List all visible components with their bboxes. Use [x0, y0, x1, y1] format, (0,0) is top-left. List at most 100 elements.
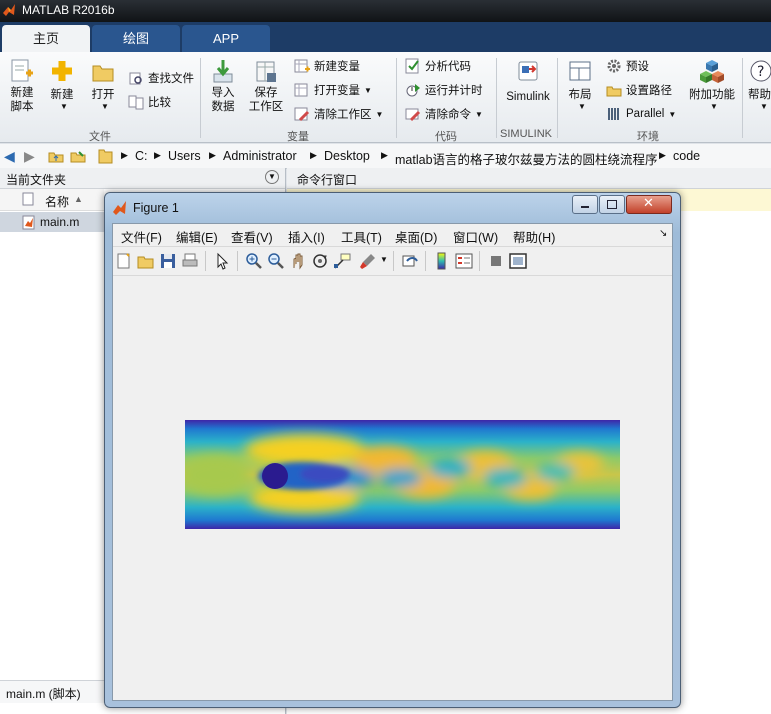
legend-icon[interactable] — [455, 252, 473, 270]
find-files-button[interactable]: 查找文件 — [128, 68, 194, 88]
zoom-in-icon[interactable] — [245, 252, 263, 270]
new-figure-icon[interactable] — [115, 252, 133, 270]
select-arrow-icon[interactable] — [213, 252, 231, 270]
list-item[interactable]: main.m — [0, 212, 104, 232]
menu-desktop[interactable]: 桌面(D) — [395, 227, 437, 246]
breadcrumb-administrator[interactable]: Administrator — [223, 149, 297, 163]
show-plot-tools-icon[interactable] — [509, 252, 527, 270]
clear-commands-button[interactable]: 清除命令 ▼ — [405, 104, 483, 124]
simulink-button[interactable]: Simulink — [500, 58, 556, 103]
open-file-icon[interactable] — [137, 252, 155, 270]
analyze-code-button[interactable]: 分析代码 — [405, 56, 471, 76]
restore-icon — [607, 200, 617, 209]
link-plot-icon[interactable] — [401, 252, 419, 270]
chevron-down-icon: ▼ — [760, 102, 768, 111]
open-label: 打开 — [91, 89, 115, 101]
panel-menu-icon[interactable]: ▼ — [265, 170, 279, 184]
data-cursor-icon[interactable] — [333, 252, 351, 270]
compare-button[interactable]: 比较 — [128, 92, 171, 112]
figure-window: Figure 1 ✕ 文件(F) 编辑(E) 查看(V) 插入(I) 工具(T)… — [104, 192, 681, 708]
browse-folder-icon[interactable] — [70, 148, 86, 164]
dock-arrow-icon[interactable]: ↘ — [659, 228, 667, 239]
save-workspace-button[interactable]: 保存 工作区 — [246, 58, 286, 114]
file-type-icon — [22, 192, 34, 206]
menu-edit[interactable]: 编辑(E) — [176, 227, 218, 246]
menu-insert[interactable]: 插入(I) — [288, 227, 325, 246]
rotate-icon[interactable] — [311, 252, 329, 270]
new-button[interactable]: 新建 ▼ — [45, 58, 79, 111]
set-path-label: 设置路径 — [626, 85, 672, 97]
restore-button[interactable] — [599, 195, 625, 214]
pan-icon[interactable] — [289, 252, 307, 270]
up-folder-icon[interactable] — [48, 148, 64, 164]
back-arrow-icon[interactable]: ◀ — [4, 148, 15, 165]
open-variable-icon — [294, 83, 308, 97]
menu-window[interactable]: 窗口(W) — [453, 227, 498, 246]
breadcrumb-users[interactable]: Users — [168, 149, 201, 163]
new-script-icon — [11, 59, 33, 82]
run-and-time-button[interactable]: 运行并计时 — [405, 80, 483, 100]
help-button[interactable]: ? 帮助 ▼ — [748, 58, 771, 111]
save-icon[interactable] — [159, 252, 177, 270]
close-button[interactable]: ✕ — [626, 195, 672, 214]
addons-button[interactable]: 附加功能 ▼ — [686, 58, 738, 111]
print-icon[interactable] — [181, 252, 199, 270]
tab-apps[interactable]: APP — [182, 25, 270, 52]
import-data-label: 导入 数据 — [211, 87, 235, 113]
breadcrumb-code[interactable]: code — [673, 149, 700, 163]
forward-arrow-icon[interactable]: ▶ — [24, 148, 35, 165]
preferences-button[interactable]: 预设 — [606, 56, 649, 76]
tab-home[interactable]: 主页 — [2, 25, 90, 52]
chevron-down-icon: ▼ — [710, 102, 718, 111]
breadcrumb-separator: ▶ — [381, 150, 388, 160]
breadcrumb-separator: ▶ — [154, 150, 161, 160]
open-variable-button[interactable]: 打开变量 ▼ — [294, 80, 372, 100]
menu-help[interactable]: 帮助(H) — [513, 227, 555, 246]
column-name[interactable]: 名称 — [45, 193, 69, 210]
details-pane: main.m (脚本) — [0, 680, 104, 703]
new-script-button[interactable]: 新建 脚本 — [4, 58, 40, 114]
flow-field-plot[interactable] — [185, 420, 620, 529]
hide-plot-tools-icon[interactable] — [487, 252, 505, 270]
command-window-title: 命令行窗口 — [297, 173, 358, 187]
save-workspace-label: 保存 工作区 — [248, 87, 284, 113]
clear-workspace-label: 清除工作区 — [314, 109, 372, 121]
set-path-button[interactable]: 设置路径 — [606, 80, 672, 100]
breadcrumb-project-folder[interactable]: matlab语言的格子玻尔兹曼方法的圆柱绕流程序 — [395, 149, 658, 168]
simulink-icon — [518, 61, 538, 81]
menu-view[interactable]: 查看(V) — [231, 227, 273, 246]
folder-icon — [92, 65, 114, 82]
open-button[interactable]: 打开 ▼ — [86, 58, 120, 111]
brush-icon[interactable] — [359, 252, 377, 270]
gear-icon — [607, 59, 621, 73]
clear-commands-icon — [405, 108, 421, 122]
layout-button[interactable]: 布局 ▼ — [563, 58, 597, 111]
parallel-button[interactable]: Parallel ▼ — [606, 104, 676, 124]
colorbar-icon[interactable] — [433, 252, 451, 270]
minimize-button[interactable] — [572, 195, 598, 214]
menu-file[interactable]: 文件(F) — [121, 227, 162, 246]
new-script-label: 新建 脚本 — [10, 87, 34, 113]
app-title: MATLAB R2016b — [22, 3, 115, 17]
new-variable-button[interactable]: 新建变量 — [294, 56, 360, 76]
find-files-icon — [129, 72, 142, 85]
group-file-label: 文件 — [89, 131, 111, 143]
clear-workspace-button[interactable]: 清除工作区 ▼ — [294, 104, 383, 124]
panel-header: 当前文件夹 ▼ — [0, 168, 285, 189]
ribbon-divider — [742, 58, 743, 138]
import-data-button[interactable]: 导入 数据 — [206, 58, 240, 114]
menu-tools[interactable]: 工具(T) — [341, 227, 382, 246]
run-and-time-icon — [406, 84, 420, 97]
zoom-out-icon[interactable] — [267, 252, 285, 270]
tab-plots[interactable]: 绘图 — [92, 25, 180, 52]
new-variable-icon — [294, 59, 310, 73]
breadcrumb-desktop[interactable]: Desktop — [324, 149, 370, 163]
addons-icon — [700, 60, 724, 83]
help-icon: ? — [750, 60, 771, 82]
group-code-label: 代码 — [435, 131, 457, 143]
folder-icon — [98, 149, 113, 164]
figure-title: Figure 1 — [133, 201, 179, 215]
breadcrumb-separator: ▶ — [121, 150, 128, 160]
chevron-down-icon[interactable]: ▼ — [380, 255, 388, 264]
breadcrumb-drive[interactable]: C: — [135, 149, 148, 163]
